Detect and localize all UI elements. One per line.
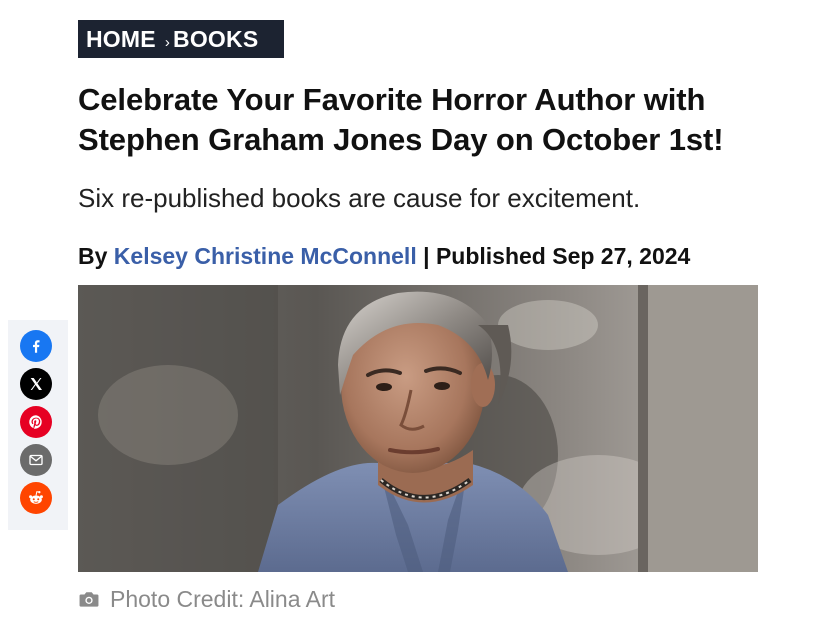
author-portrait-photo — [78, 285, 758, 572]
article-subtitle: Six re-published books are cause for exc… — [78, 183, 641, 213]
x-share-button[interactable] — [20, 368, 52, 400]
camera-icon — [78, 590, 100, 608]
reddit-share-button[interactable] — [20, 482, 52, 514]
published-date: Sep 27, 2024 — [552, 243, 691, 269]
photo-caption: Photo Credit: Alina Art — [78, 584, 335, 614]
x-icon — [30, 378, 42, 390]
pinterest-icon — [29, 415, 42, 429]
email-share-button[interactable] — [20, 444, 52, 476]
breadcrumb-home-link[interactable]: HOME — [86, 26, 156, 53]
hero-image — [78, 285, 758, 572]
photo-credit-text: Photo Credit: Alina Art — [110, 585, 336, 612]
chevron-right-icon: › — [164, 33, 171, 51]
article-byline: By Kelsey Christine McConnell | Publishe… — [78, 240, 690, 272]
reddit-icon — [29, 491, 43, 504]
byline-separator: | — [423, 243, 430, 269]
article-page: HOME › BOOKS Celebrate Your Favorite Hor… — [0, 0, 821, 626]
byline-prefix: By — [78, 243, 108, 269]
author-link[interactable]: Kelsey Christine McConnell — [114, 243, 417, 269]
article-headline: Celebrate Your Favorite Horror Author wi… — [78, 82, 724, 157]
email-icon — [29, 454, 43, 466]
pinterest-share-button[interactable] — [20, 406, 52, 438]
facebook-share-button[interactable] — [20, 330, 52, 362]
facebook-icon — [33, 340, 40, 353]
published-label: Published — [435, 243, 546, 269]
share-rail — [8, 320, 68, 530]
breadcrumb-books-link[interactable]: BOOKS — [173, 26, 258, 53]
breadcrumb: HOME › BOOKS — [78, 20, 284, 58]
